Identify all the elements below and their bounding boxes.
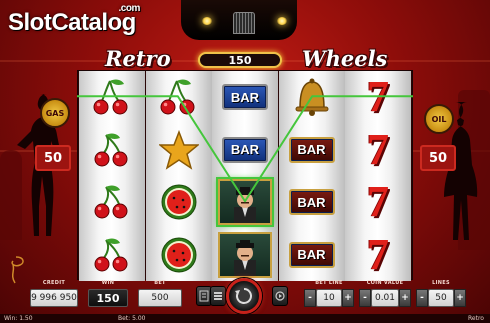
reel-cell: [79, 124, 145, 177]
bet-line-minus-button[interactable]: -: [304, 289, 316, 307]
watermelon-icon: [161, 184, 196, 220]
win-label: WIN: [101, 280, 115, 286]
reel-1: [79, 71, 145, 281]
bet-line-label: BET LINE: [315, 280, 343, 286]
stack-icon: [214, 292, 222, 300]
cherry-icon: [94, 133, 128, 167]
coin-value-value: 0.01: [371, 289, 399, 307]
coin-value-minus-button[interactable]: -: [359, 289, 371, 307]
reel-cell: [79, 71, 145, 124]
cherries-icon: [160, 79, 194, 115]
reel-cell: BAR: [279, 229, 345, 282]
reel-cell: BAR: [279, 124, 345, 177]
reel-cell: 7: [345, 71, 411, 124]
headlight-left-icon: [202, 17, 212, 25]
logo-suffix: .com: [118, 3, 141, 14]
reel-5: 7777: [345, 71, 411, 281]
watermelon-icon: [161, 237, 196, 273]
status-game-name: Retro: [468, 315, 484, 322]
side-value-right: 50: [420, 145, 456, 171]
headlight-right-icon: [277, 17, 287, 25]
reel-cell: BAR: [279, 176, 345, 229]
reel-cell: [212, 229, 278, 282]
title-retro: Retro: [105, 46, 171, 71]
reel-4: BAR BAR BAR: [278, 71, 345, 282]
reel-cell: [146, 71, 212, 124]
book-icon: [199, 290, 209, 302]
car-grille-icon: [233, 12, 255, 34]
bet-line-value: 10: [316, 289, 342, 307]
credit-value: 9 996 950: [30, 289, 78, 307]
oil-badge: OIL: [424, 104, 454, 134]
lines-label: LINES: [432, 280, 450, 286]
reel-2: [145, 71, 212, 282]
logo-text: SlotCatalog: [8, 9, 136, 36]
red-bar-symbol: BAR: [288, 189, 335, 216]
win-value: 150: [88, 289, 128, 307]
autoplay-button[interactable]: [272, 286, 288, 306]
win-field: WIN 150: [88, 280, 128, 307]
gangster-character-icon: [218, 231, 272, 278]
win-meter: 150: [198, 52, 282, 68]
gangster-figure-icon: [234, 187, 256, 224]
reel-cell: 7: [345, 124, 411, 177]
credit-label: CREDIT: [42, 280, 66, 286]
status-bet: Bet: 5.00: [118, 315, 146, 322]
reel-cell: 7: [345, 229, 411, 282]
seven-symbol: 7: [367, 177, 389, 227]
gangster-character-icon: [218, 179, 272, 226]
cherry-icon: [94, 185, 128, 219]
lines-value: 50: [428, 289, 454, 307]
bet-field: BET 500: [138, 280, 182, 307]
red-bar-symbol: BAR: [288, 241, 335, 268]
bet-label: BET: [154, 280, 166, 286]
coin-value-label: COIN VALUE: [366, 280, 404, 286]
lines-minus-button[interactable]: -: [416, 289, 428, 307]
spin-icon: [235, 288, 252, 304]
max-bet-button[interactable]: [210, 286, 226, 306]
gas-badge: GAS: [40, 98, 70, 128]
reel-cell: [146, 124, 212, 177]
bell-icon: [295, 78, 328, 117]
reel-area[interactable]: BAR BAR BAR BAR BAR 7 7 7 7: [77, 70, 413, 282]
reel-cell: BAR: [212, 71, 278, 124]
seven-symbol: 7: [367, 124, 389, 174]
status-win: Win: 1.50: [4, 315, 33, 322]
reel-3: BAR BAR: [212, 71, 278, 281]
reel-cell: 7: [345, 176, 411, 229]
side-value-left: 50: [35, 145, 71, 171]
seven-symbol: 7: [367, 72, 389, 122]
slotcatalog-logo: SlotCatalog .com: [8, 3, 140, 37]
reel-cell: [79, 229, 145, 282]
seven-symbol: 7: [367, 229, 389, 279]
blue-bar-symbol: BAR: [222, 136, 268, 163]
reel-cell: [79, 176, 145, 229]
reel-cell: [146, 176, 212, 229]
reel-cell: [146, 229, 212, 282]
cherries-icon: [93, 79, 128, 115]
spin-button[interactable]: [226, 278, 262, 314]
bet-line-plus-button[interactable]: +: [342, 289, 354, 307]
reel-cell: [212, 176, 278, 229]
autoplay-icon: [275, 291, 285, 301]
bet-value: 500: [138, 289, 182, 307]
title-wheels: Wheels: [302, 46, 388, 71]
reel-cell: BAR: [212, 124, 278, 177]
blue-bar-symbol: BAR: [222, 84, 268, 111]
red-bar-symbol: BAR: [288, 136, 335, 163]
star-icon: [158, 129, 199, 170]
lines-plus-button[interactable]: +: [454, 289, 466, 307]
credit-field: CREDIT 9 996 950: [30, 280, 78, 307]
status-bar: Win: 1.50 Bet: 5.00 Retro: [0, 314, 490, 323]
control-panel: CREDIT 9 996 950 WIN 150 BET 500 BET LIN…: [20, 278, 470, 314]
cherry-icon: [94, 238, 128, 272]
coin-value-plus-button[interactable]: +: [399, 289, 411, 307]
reel-cell: [279, 71, 345, 124]
gangster-figure-icon: [234, 239, 256, 276]
